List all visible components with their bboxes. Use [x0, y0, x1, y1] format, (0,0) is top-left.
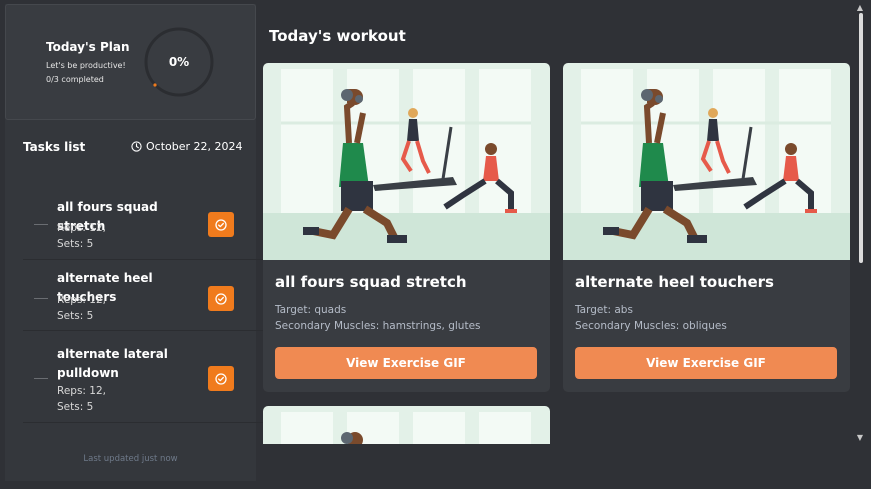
view-exercise-gif-button[interactable]: View Exercise GIF	[575, 347, 837, 379]
scroll-up-icon[interactable]: ▲	[855, 3, 865, 13]
check-circle-icon	[215, 372, 227, 385]
exercise-target: Target: abs	[575, 304, 633, 316]
complete-task-button[interactable]	[208, 212, 234, 237]
progress-percent: 0%	[168, 55, 190, 69]
exercise-card: all fours squad stretch Target: quads Se…	[263, 63, 550, 392]
gym-workout-illustration	[263, 63, 550, 260]
clock-icon	[131, 141, 142, 152]
task-sets: Sets: 5	[57, 310, 94, 322]
date-display: October 22, 2024	[131, 140, 243, 153]
gym-workout-illustration	[563, 63, 850, 260]
task-reps: Reps: 12,	[57, 385, 106, 397]
task-sets: Sets: 5	[57, 238, 94, 250]
exercise-secondary-muscles: Secondary Muscles: obliques	[575, 320, 727, 332]
task-dash	[34, 224, 48, 225]
exercise-card: alternate heel touchers Target: abs Seco…	[563, 63, 850, 392]
check-circle-icon	[215, 292, 227, 305]
plan-subtitle: Let's be productive!	[46, 61, 126, 70]
task-name: alternate lateral pulldown	[57, 347, 168, 380]
task-item: alternate lateral pulldown Reps: 12, Set…	[23, 331, 267, 423]
tasks-header: Tasks list	[23, 140, 86, 154]
task-sets: Sets: 5	[57, 401, 94, 413]
scroll-down-icon[interactable]: ▼	[855, 433, 865, 443]
plan-title: Today's Plan	[46, 40, 130, 54]
view-exercise-gif-button[interactable]: View Exercise GIF	[275, 347, 537, 379]
exercise-target: Target: quads	[275, 304, 347, 316]
page-title: Today's workout	[269, 27, 406, 45]
exercise-title: alternate heel touchers	[575, 273, 774, 291]
exercise-secondary-muscles: Secondary Muscles: hamstrings, glutes	[275, 320, 481, 332]
date-text: October 22, 2024	[146, 140, 243, 153]
task-reps: Reps: 12,	[57, 294, 106, 306]
exercise-title: all fours squad stretch	[275, 273, 467, 291]
exercise-card-partial	[263, 406, 550, 444]
gym-workout-illustration	[263, 406, 550, 444]
task-item: alternate heel touchers Reps: 12, Sets: …	[23, 260, 267, 331]
task-reps: Reps: 12,	[57, 222, 106, 234]
task-item: all fours squad stretch Reps: 12, Sets: …	[23, 190, 267, 260]
check-circle-icon	[215, 218, 227, 231]
task-dash	[34, 378, 48, 379]
complete-task-button[interactable]	[208, 286, 234, 311]
last-updated-text: Last updated just now	[83, 454, 178, 464]
task-dash	[34, 298, 48, 299]
plan-completed-count: 0/3 completed	[46, 75, 104, 84]
sidebar: Today's Plan Let's be productive! 0/3 co…	[5, 4, 267, 481]
plan-card: Today's Plan Let's be productive! 0/3 co…	[5, 4, 256, 120]
complete-task-button[interactable]	[208, 366, 234, 391]
scrollbar-thumb[interactable]	[859, 13, 863, 263]
